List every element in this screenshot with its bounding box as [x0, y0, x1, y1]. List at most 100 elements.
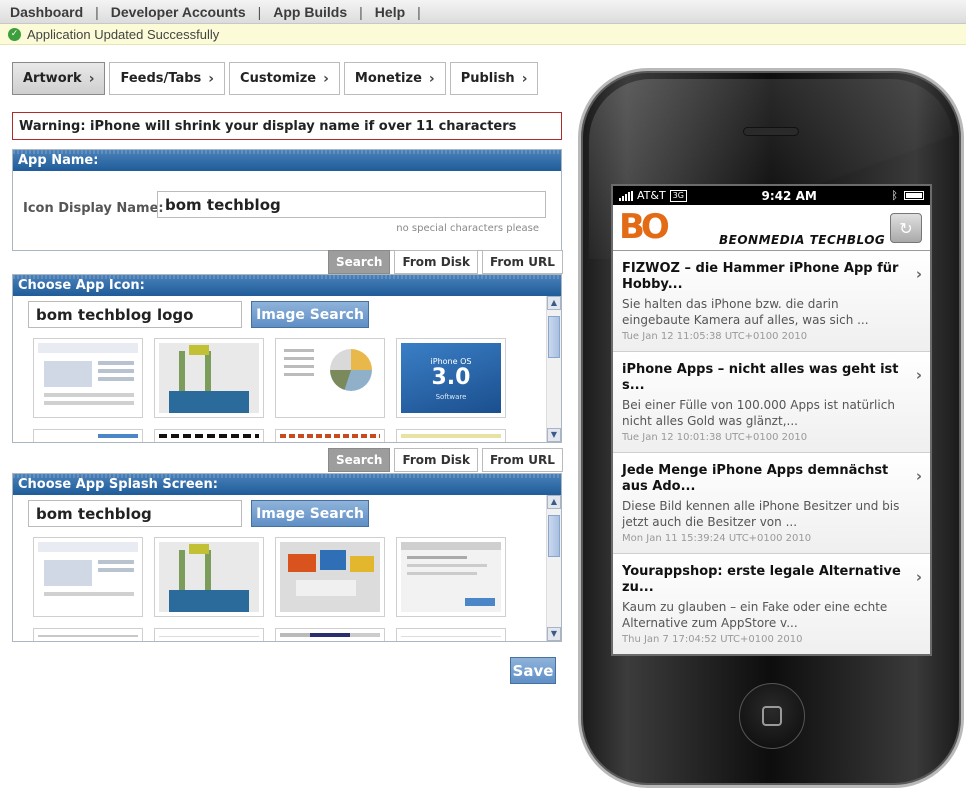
image-thumbnail[interactable]	[275, 338, 385, 418]
icon-source-buttons: Search From Disk From URL	[328, 250, 563, 274]
refresh-icon[interactable]: ↻	[890, 213, 922, 243]
chevron-right-icon: ›	[915, 265, 922, 283]
feed-item[interactable]: FIZWOZ – die Hammer iPhone App für Hobby…	[613, 251, 930, 352]
tab-label: Monetize	[354, 71, 422, 86]
choose-splash-screen-section: Choose App Splash Screen: bom techblog I…	[12, 473, 562, 642]
feed-title: Yourappshop: erste legale Alternative zu…	[622, 564, 901, 595]
icon-search-input[interactable]: bom techblog logo	[28, 301, 242, 328]
tab-label: Feeds/Tabs	[120, 71, 202, 86]
image-thumbnail[interactable]	[396, 628, 506, 641]
feed-description: Sie halten das iPhone bzw. die darin ein…	[622, 297, 869, 327]
chevron-right-icon: ›	[428, 70, 435, 87]
section-header: Choose App Icon:	[13, 275, 561, 296]
feed-date: Tue Jan 12 10:01:38 UTC+0100 2010	[622, 432, 808, 443]
image-thumbnail[interactable]	[275, 537, 385, 617]
search-source-button[interactable]: Search	[328, 448, 391, 472]
chevron-right-icon: ›	[88, 70, 95, 87]
image-search-button[interactable]: Image Search	[251, 500, 369, 527]
feed-date: Thu Jan 7 17:04:52 UTC+0100 2010	[622, 634, 803, 645]
icon-display-name-input[interactable]: bom techblog	[157, 191, 546, 218]
image-thumbnail[interactable]	[33, 537, 143, 617]
scroll-up-icon[interactable]: ▲	[547, 495, 561, 509]
image-thumbnail[interactable]	[154, 537, 264, 617]
scroll-up-icon[interactable]: ▲	[547, 296, 561, 310]
from-url-button[interactable]: From URL	[481, 250, 563, 274]
clock: 9:42 AM	[761, 188, 817, 203]
image-search-button[interactable]: Image Search	[251, 301, 369, 328]
from-url-button[interactable]: From URL	[481, 448, 563, 472]
splash-search-input[interactable]: bom techblog	[28, 500, 242, 527]
chevron-right-icon: ›	[915, 568, 922, 586]
tab-feeds-tabs[interactable]: Feeds/Tabs ›	[109, 62, 226, 95]
nav-developer-accounts[interactable]: Developer Accounts	[111, 4, 246, 20]
scroll-down-icon[interactable]: ▼	[547, 627, 561, 641]
image-thumbnail[interactable]	[33, 338, 143, 418]
image-thumbnail[interactable]	[154, 628, 264, 641]
image-thumbnail[interactable]	[154, 338, 264, 418]
nav-dashboard[interactable]: Dashboard	[10, 4, 83, 20]
image-thumbnail[interactable]	[396, 537, 506, 617]
nav-separator: |	[257, 3, 262, 20]
image-thumbnail[interactable]	[275, 628, 385, 641]
image-thumbnail[interactable]	[33, 429, 143, 442]
nav-app-builds[interactable]: App Builds	[273, 4, 347, 20]
save-button[interactable]: Save	[510, 657, 556, 684]
chevron-right-icon: ›	[208, 70, 215, 87]
bluetooth-icon: ᛒ	[891, 189, 898, 202]
nav-separator: |	[359, 3, 363, 20]
signal-icon	[619, 190, 633, 201]
thumbnail-caption: Software	[435, 393, 467, 401]
network-badge: 3G	[669, 189, 687, 202]
section-header: App Name:	[13, 150, 561, 171]
feed-description: Kaum zu glauben – ein Fake oder eine ech…	[622, 600, 888, 630]
feed-item[interactable]: Jede Menge iPhone Apps demnächst aus Ado…	[613, 453, 930, 554]
nav-help[interactable]: Help	[375, 4, 405, 20]
app-name-section: App Name: Icon Display Name: bom techblo…	[12, 149, 562, 251]
scroll-thumb[interactable]	[548, 515, 560, 557]
choose-app-icon-section: Choose App Icon: bom techblog logo Image…	[12, 274, 562, 443]
tab-artwork[interactable]: Artwork ›	[12, 62, 106, 95]
feed-description: Bei einer Fülle von 100.000 Apps ist nat…	[622, 398, 895, 428]
search-source-button[interactable]: Search	[328, 250, 391, 274]
feed-title: Jede Menge iPhone Apps demnächst aus Ado…	[622, 463, 889, 494]
image-thumbnail[interactable]	[154, 429, 264, 442]
image-thumbnail[interactable]	[33, 628, 143, 641]
feed-description: Diese Bild kennen alle iPhone Besitzer u…	[622, 499, 900, 529]
scrollbar[interactable]: ▲ ▼	[546, 296, 561, 442]
tab-customize[interactable]: Customize ›	[229, 62, 340, 95]
tab-label: Customize	[240, 71, 317, 86]
scrollbar[interactable]: ▲ ▼	[546, 495, 561, 641]
home-button[interactable]	[739, 683, 805, 749]
tab-publish[interactable]: Publish ›	[449, 62, 539, 95]
tab-monetize[interactable]: Monetize ›	[343, 62, 446, 95]
earpiece	[743, 127, 799, 136]
blog-header: BO BEONMEDIA TECHBLOG ↻	[613, 205, 930, 251]
scroll-down-icon[interactable]: ▼	[547, 428, 561, 442]
nav-separator: |	[95, 3, 99, 20]
image-thumbnail[interactable]: iPhone OS 3.0 Software	[396, 338, 506, 418]
feed-title: iPhone Apps – nicht alles was geht ist s…	[622, 362, 899, 393]
image-thumbnail[interactable]	[275, 429, 385, 442]
ios-status-bar: AT&T 3G 9:42 AM ᛒ	[613, 186, 930, 205]
chevron-right-icon: ›	[323, 70, 329, 87]
tab-label: Publish	[460, 71, 515, 86]
scroll-thumb[interactable]	[548, 316, 560, 358]
from-disk-button[interactable]: From Disk	[394, 250, 478, 274]
home-icon	[762, 706, 782, 726]
icon-display-name-label: Icon Display Name:	[23, 201, 164, 216]
from-disk-button[interactable]: From Disk	[394, 448, 478, 472]
blog-title: BEONMEDIA TECHBLOG	[719, 233, 886, 247]
feed-item[interactable]: iPhone Apps – nicht alles was geht ist s…	[613, 352, 930, 453]
carrier-label: AT&T	[637, 189, 666, 202]
tab-label: Artwork	[23, 71, 82, 86]
warning-message: Warning: iPhone will shrink your display…	[12, 112, 562, 140]
nav-separator: |	[417, 3, 421, 20]
image-thumbnail[interactable]	[396, 429, 506, 442]
section-header: Choose App Splash Screen:	[13, 474, 561, 495]
feed-item[interactable]: Yourappshop: erste legale Alternative zu…	[613, 554, 930, 654]
blog-logo: BO	[619, 207, 670, 247]
wizard-tabs: Artwork › Feeds/Tabs › Customize › Monetize…	[12, 62, 539, 95]
status-bar: ✓ Application Updated Successfully	[0, 24, 966, 45]
splash-source-buttons: Search From Disk From URL	[328, 448, 563, 472]
phone-screen: AT&T 3G 9:42 AM ᛒ BO BEONMEDIA TECHBLOG …	[611, 184, 932, 656]
